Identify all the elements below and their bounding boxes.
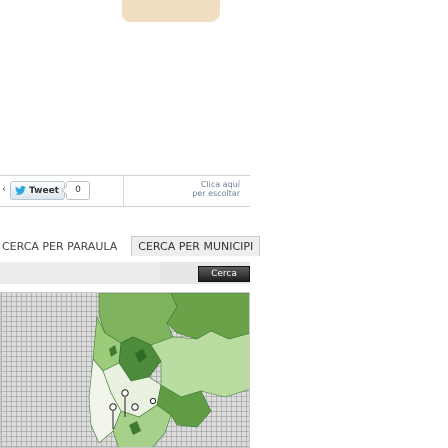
listen-link-line2: per escoltar — [192, 189, 240, 198]
row-divider — [123, 176, 124, 206]
map-marker — [131, 403, 139, 411]
map-image — [88, 293, 249, 447]
map-marker — [121, 389, 129, 397]
map-marker — [149, 397, 157, 405]
social-share-row: ‹ Tweet 0 Clica aquí per escoltar — [0, 175, 250, 207]
listen-link[interactable]: Clica aquí per escoltar — [130, 180, 240, 198]
tweet-count: 0 — [66, 181, 90, 200]
map-marker — [109, 403, 117, 411]
search-button[interactable]: Cerca — [198, 266, 250, 282]
listen-link-line1: Clica aquí — [200, 180, 240, 189]
tab-search-by-municipality[interactable]: CERCA PER MUNICIPI — [131, 236, 261, 256]
search-tabs: CERCA PER PARAULA CERCA PER MUNICIPI — [0, 236, 261, 256]
tab-search-by-word[interactable]: CERCA PER PARAULA — [0, 237, 123, 256]
municipality-select-field — [0, 262, 160, 284]
tweet-button[interactable]: Tweet — [10, 181, 65, 200]
top-banner — [122, 0, 220, 22]
twitter-bird-icon — [15, 186, 26, 195]
page: ‹ Tweet 0 Clica aquí per escoltar CERCA … — [0, 0, 448, 448]
left-edge-glyph: ‹ — [2, 184, 6, 195]
map-region-east — [150, 330, 249, 398]
tweet-label: Tweet — [29, 185, 59, 196]
municipality-map[interactable] — [0, 292, 250, 448]
